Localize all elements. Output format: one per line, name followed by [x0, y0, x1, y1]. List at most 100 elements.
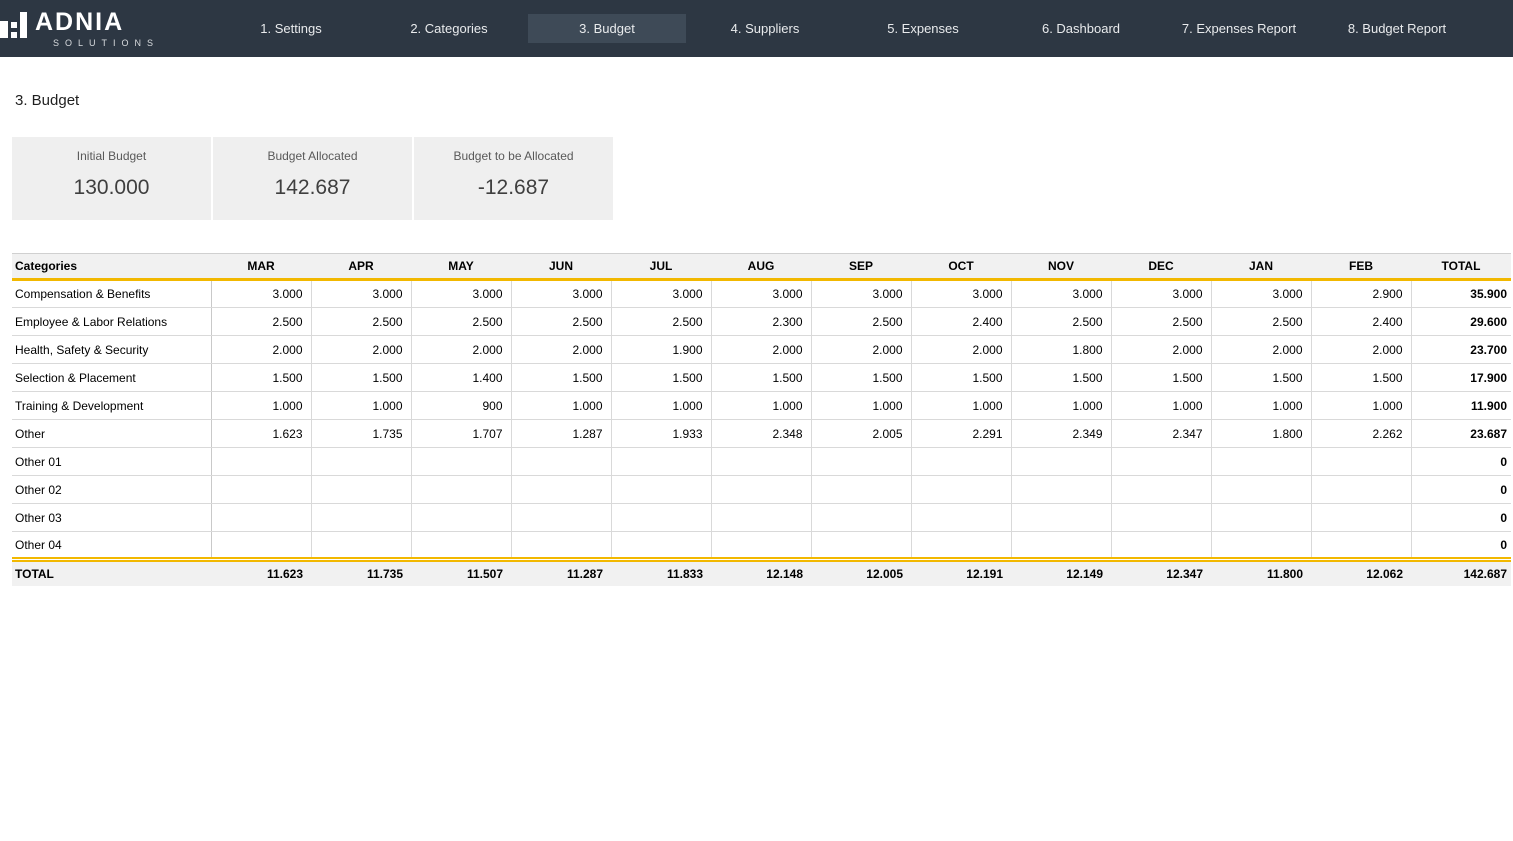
- cell-month-value[interactable]: 1.000: [1211, 392, 1311, 420]
- cell-month-value[interactable]: 2.500: [311, 308, 411, 336]
- cell-month-value[interactable]: 1.000: [711, 392, 811, 420]
- cell-month-value[interactable]: 1.500: [511, 364, 611, 392]
- cell-month-value[interactable]: 2.262: [1311, 420, 1411, 448]
- cell-month-value[interactable]: 2.500: [1011, 308, 1111, 336]
- cell-month-value[interactable]: 1.500: [1111, 364, 1211, 392]
- cell-month-value[interactable]: [911, 532, 1011, 560]
- cell-month-value[interactable]: [411, 504, 511, 532]
- cell-month-value[interactable]: 1.500: [911, 364, 1011, 392]
- cell-month-value[interactable]: [311, 448, 411, 476]
- cell-month-value[interactable]: [711, 532, 811, 560]
- cell-month-value[interactable]: 2.500: [1111, 308, 1211, 336]
- cell-month-value[interactable]: [1311, 532, 1411, 560]
- cell-month-value[interactable]: 1.500: [611, 364, 711, 392]
- cell-month-value[interactable]: 1.623: [211, 420, 311, 448]
- cell-month-value[interactable]: 2.291: [911, 420, 1011, 448]
- cell-month-value[interactable]: 2.500: [1211, 308, 1311, 336]
- cell-month-value[interactable]: 1.000: [211, 392, 311, 420]
- cell-month-value[interactable]: 1.000: [611, 392, 711, 420]
- cell-category[interactable]: Compensation & Benefits: [12, 280, 211, 308]
- cell-month-value[interactable]: [1011, 476, 1111, 504]
- cell-category[interactable]: Other 01: [12, 448, 211, 476]
- cell-month-value[interactable]: 1.400: [411, 364, 511, 392]
- cell-month-value[interactable]: 1.000: [1011, 392, 1111, 420]
- cell-month-value[interactable]: 1.000: [911, 392, 1011, 420]
- cell-month-value[interactable]: 1.800: [1011, 336, 1111, 364]
- cell-month-value[interactable]: [911, 476, 1011, 504]
- cell-month-value[interactable]: [711, 448, 811, 476]
- cell-month-value[interactable]: 1.000: [811, 392, 911, 420]
- cell-month-value[interactable]: 3.000: [411, 280, 511, 308]
- cell-month-value[interactable]: [1211, 532, 1311, 560]
- cell-month-value[interactable]: [911, 448, 1011, 476]
- cell-month-value[interactable]: [1011, 532, 1111, 560]
- cell-month-value[interactable]: 2.400: [911, 308, 1011, 336]
- tab-categories[interactable]: 2. Categories: [370, 14, 528, 43]
- cell-month-value[interactable]: [1211, 504, 1311, 532]
- cell-month-value[interactable]: 3.000: [1211, 280, 1311, 308]
- tab-suppliers[interactable]: 4. Suppliers: [686, 14, 844, 43]
- cell-month-value[interactable]: [711, 476, 811, 504]
- cell-category[interactable]: Other: [12, 420, 211, 448]
- cell-month-value[interactable]: 2.000: [711, 336, 811, 364]
- cell-month-value[interactable]: 2.000: [1111, 336, 1211, 364]
- cell-month-value[interactable]: [1111, 448, 1211, 476]
- cell-month-value[interactable]: [211, 504, 311, 532]
- tab-expenses[interactable]: 5. Expenses: [844, 14, 1002, 43]
- cell-month-value[interactable]: 2.348: [711, 420, 811, 448]
- cell-month-value[interactable]: [1111, 504, 1211, 532]
- cell-category[interactable]: Other 02: [12, 476, 211, 504]
- cell-month-value[interactable]: [811, 476, 911, 504]
- cell-month-value[interactable]: [511, 476, 611, 504]
- cell-month-value[interactable]: 2.000: [211, 336, 311, 364]
- cell-month-value[interactable]: 2.000: [311, 336, 411, 364]
- cell-category[interactable]: Employee & Labor Relations: [12, 308, 211, 336]
- cell-month-value[interactable]: [1011, 504, 1111, 532]
- cell-month-value[interactable]: 1.933: [611, 420, 711, 448]
- cell-month-value[interactable]: [311, 504, 411, 532]
- cell-month-value[interactable]: 1.500: [211, 364, 311, 392]
- cell-month-value[interactable]: 1.707: [411, 420, 511, 448]
- cell-month-value[interactable]: 2.000: [411, 336, 511, 364]
- cell-month-value[interactable]: 3.000: [811, 280, 911, 308]
- cell-category[interactable]: Health, Safety & Security: [12, 336, 211, 364]
- cell-month-value[interactable]: [911, 504, 1011, 532]
- cell-month-value[interactable]: [811, 448, 911, 476]
- cell-month-value[interactable]: 2.000: [811, 336, 911, 364]
- cell-month-value[interactable]: 2.349: [1011, 420, 1111, 448]
- cell-month-value[interactable]: 1.000: [1311, 392, 1411, 420]
- cell-month-value[interactable]: [1311, 448, 1411, 476]
- cell-category[interactable]: Other 04: [12, 532, 211, 560]
- cell-month-value[interactable]: [611, 448, 711, 476]
- cell-month-value[interactable]: 2.900: [1311, 280, 1411, 308]
- cell-month-value[interactable]: [211, 448, 311, 476]
- cell-month-value[interactable]: [311, 476, 411, 504]
- cell-month-value[interactable]: 2.300: [711, 308, 811, 336]
- cell-month-value[interactable]: 3.000: [711, 280, 811, 308]
- cell-month-value[interactable]: [611, 532, 711, 560]
- cell-month-value[interactable]: 1.500: [311, 364, 411, 392]
- cell-month-value[interactable]: 2.500: [611, 308, 711, 336]
- cell-month-value[interactable]: 1.000: [511, 392, 611, 420]
- cell-category[interactable]: Training & Development: [12, 392, 211, 420]
- cell-month-value[interactable]: 2.347: [1111, 420, 1211, 448]
- cell-month-value[interactable]: 2.005: [811, 420, 911, 448]
- cell-category[interactable]: Other 03: [12, 504, 211, 532]
- cell-month-value[interactable]: [611, 504, 711, 532]
- cell-month-value[interactable]: 1.287: [511, 420, 611, 448]
- cell-month-value[interactable]: 2.500: [411, 308, 511, 336]
- cell-category[interactable]: Selection & Placement: [12, 364, 211, 392]
- cell-month-value[interactable]: 2.000: [511, 336, 611, 364]
- cell-month-value[interactable]: 1.500: [811, 364, 911, 392]
- cell-month-value[interactable]: [1111, 532, 1211, 560]
- cell-month-value[interactable]: [1311, 476, 1411, 504]
- cell-month-value[interactable]: [1311, 504, 1411, 532]
- cell-month-value[interactable]: [1211, 476, 1311, 504]
- cell-month-value[interactable]: 1.500: [1311, 364, 1411, 392]
- cell-month-value[interactable]: 3.000: [911, 280, 1011, 308]
- cell-month-value[interactable]: [511, 448, 611, 476]
- tab-expenses-report[interactable]: 7. Expenses Report: [1160, 14, 1318, 43]
- cell-month-value[interactable]: 3.000: [611, 280, 711, 308]
- cell-month-value[interactable]: 1.500: [1211, 364, 1311, 392]
- cell-month-value[interactable]: [411, 476, 511, 504]
